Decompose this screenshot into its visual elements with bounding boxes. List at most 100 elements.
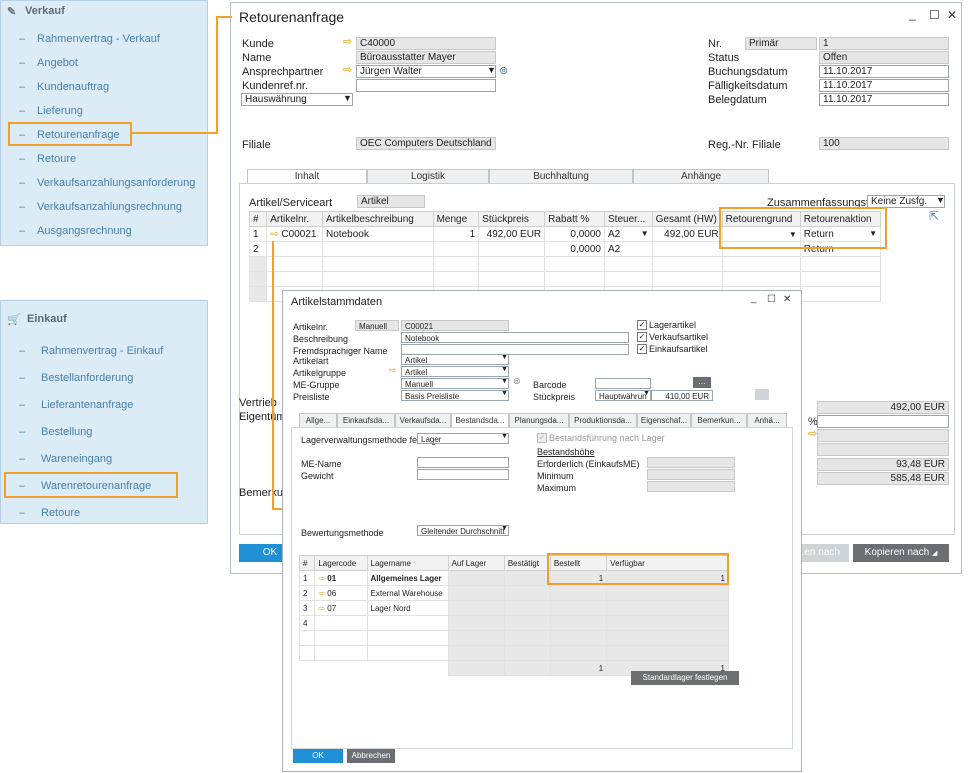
me-name-input[interactable] <box>417 457 509 468</box>
chevron-down-icon[interactable]: ▼ <box>643 390 650 397</box>
tab-bestandsdaten[interactable]: Bestandsda... <box>451 413 509 428</box>
col-header[interactable]: # <box>248 211 268 227</box>
tab-planungsdaten[interactable]: Planungsda... <box>509 413 569 428</box>
kundenref-input[interactable] <box>356 79 496 92</box>
table-row[interactable]: 4 <box>298 615 729 631</box>
gewicht-input[interactable] <box>417 469 509 480</box>
cell-stueckpreis[interactable]: 492,00 EUR <box>478 226 546 242</box>
tab-inhalt[interactable]: Inhalt <box>247 169 367 184</box>
cell-beschreibung[interactable]: Notebook <box>322 226 434 242</box>
cell-lagername[interactable]: External Warehouse <box>366 585 449 601</box>
chevron-down-icon[interactable]: ▼ <box>343 93 352 103</box>
cell-gesamt[interactable]: 492,00 EUR <box>651 226 723 242</box>
cell-rabatt[interactable]: 0,0000 <box>544 226 605 242</box>
rabatt-percent-input[interactable] <box>817 415 949 428</box>
barcode-input[interactable] <box>595 378 651 389</box>
col-header[interactable]: Gesamt (HW) <box>651 211 723 227</box>
link-arrow-icon[interactable]: ⇨ <box>389 365 397 376</box>
standardlager-button[interactable]: Standardlager festlegen <box>631 671 739 685</box>
maximize-icon[interactable]: ☐ <box>929 8 940 22</box>
tab-buchhaltung[interactable]: Buchhaltung <box>489 169 633 184</box>
link-arrow-icon[interactable]: ⇨ <box>808 429 817 440</box>
cell-rabatt[interactable]: 0,0000 <box>544 241 605 257</box>
preisliste-select[interactable]: Basis Preisliste <box>401 390 509 401</box>
close-icon[interactable]: ✕ <box>783 294 791 305</box>
info-icon[interactable]: ⊚ <box>499 64 508 77</box>
maximum-field[interactable] <box>647 481 735 492</box>
cell-lagercode[interactable]: ⇨ 07 <box>314 600 368 616</box>
rundung-field[interactable] <box>817 443 949 456</box>
steuer-field[interactable]: 93,48 EUR <box>817 458 949 471</box>
chevron-down-icon[interactable]: ▼ <box>501 354 508 361</box>
erforderlich-field[interactable] <box>647 457 735 468</box>
tab-verkaufsdaten[interactable]: Verkaufsda... <box>395 413 451 428</box>
table-row[interactable] <box>248 271 882 287</box>
close-icon[interactable]: ✕ <box>947 8 957 22</box>
maximize-icon[interactable]: ☐ <box>767 294 776 305</box>
stueckpreis-input[interactable]: 410,00 EUR <box>651 390 713 401</box>
popup-ok-button[interactable]: OK <box>293 749 343 763</box>
col-header[interactable]: Stückpreis <box>478 211 546 227</box>
col-header[interactable]: Menge <box>432 211 480 227</box>
gesamt-field[interactable]: 585,48 EUR <box>817 472 949 485</box>
waehrung-select[interactable]: Hauswährung <box>241 93 353 106</box>
chevron-down-icon[interactable]: ▼ <box>501 378 508 385</box>
stueckpreis-more-button[interactable] <box>755 389 769 400</box>
cell-menge[interactable] <box>432 241 480 257</box>
sidebar-verkauf-header[interactable]: ✎ Verkauf <box>1 1 207 23</box>
tab-eigenschaften[interactable]: Eigenschaf... <box>637 413 691 428</box>
bestandsfuehrung-checkbox[interactable]: ✓ <box>537 433 547 443</box>
tab-bemerkungen[interactable]: Bemerkun... <box>691 413 747 428</box>
tab-allgemein[interactable]: Allge... <box>299 413 337 428</box>
nr-series-field[interactable]: Primär <box>745 37 817 50</box>
cell-lagercode[interactable]: ⇨ 01 <box>314 570 368 586</box>
name-field[interactable]: Büroausstatter Mayer <box>356 51 496 64</box>
artikelart-select[interactable]: Artikel <box>401 354 509 365</box>
cell-lagercode[interactable] <box>314 615 368 631</box>
link-arrow-icon[interactable]: ⇨ <box>318 589 325 598</box>
status-field[interactable]: Offen <box>819 51 949 64</box>
faelligkeitsdatum-input[interactable]: 11.10.2017 <box>819 79 949 92</box>
lagerverwaltung-select[interactable]: Lager <box>417 433 509 444</box>
col-header[interactable]: Lagername <box>366 555 449 571</box>
cell-gesamt[interactable] <box>651 241 723 257</box>
link-arrow-icon[interactable]: ⇨ <box>318 574 325 583</box>
cell-lagername[interactable]: Allgemeines Lager <box>366 570 449 586</box>
total-netto-field[interactable]: 492,00 EUR <box>817 401 949 414</box>
regnr-field[interactable]: 100 <box>819 137 949 150</box>
artikelnr-field[interactable]: C00021 <box>401 320 509 331</box>
link-arrow-icon[interactable]: ⇨ <box>343 65 352 76</box>
beschreibung-input[interactable]: Notebook <box>401 332 629 343</box>
buchungsdatum-input[interactable]: 11.10.2017 <box>819 65 949 78</box>
minimum-field[interactable] <box>647 469 735 480</box>
bewertungsmethode-select[interactable]: Gleitender Durchschnitt <box>417 525 509 536</box>
filiale-field[interactable]: OEC Computers Deutschland <box>356 137 496 150</box>
cell-lagercode[interactable]: ⇨ 06 <box>314 585 368 601</box>
copy-to-button[interactable]: Kopieren nach ◢ <box>853 544 949 562</box>
chevron-down-icon[interactable]: ▼ <box>487 65 496 75</box>
fracht-field[interactable] <box>817 429 949 442</box>
artikelgruppe-select[interactable]: Artikel <box>401 366 509 377</box>
col-header[interactable]: # <box>298 555 316 571</box>
artikel-serviceart-field[interactable]: Artikel <box>357 195 425 208</box>
lagerartikel-checkbox[interactable]: ✓ <box>637 320 647 330</box>
belegdatum-input[interactable]: 11.10.2017 <box>819 93 949 106</box>
col-header[interactable]: Steuer... <box>604 211 653 227</box>
link-arrow-icon[interactable]: ⇨ <box>270 229 278 240</box>
cell-steuer[interactable]: A2 <box>604 241 653 257</box>
tab-logistik[interactable]: Logistik <box>367 169 489 184</box>
kunde-field[interactable]: C40000 <box>356 37 496 50</box>
col-header[interactable]: Bestätigt <box>503 555 551 571</box>
cell-stueckpreis[interactable] <box>478 241 546 257</box>
verkaufsartikel-checkbox[interactable]: ✓ <box>637 332 647 342</box>
cell-artikelnr[interactable] <box>266 241 324 257</box>
cell-lagername[interactable]: Lager Nord <box>366 600 449 616</box>
table-row[interactable]: 3 ⇨ 07 Lager Nord <box>298 600 729 616</box>
einkaufsartikel-checkbox[interactable]: ✓ <box>637 344 647 354</box>
cell-menge[interactable]: 1 <box>432 226 480 242</box>
table-row[interactable]: 2 ⇨ 06 External Warehouse <box>298 585 729 601</box>
cell-lagername[interactable] <box>366 615 449 631</box>
tab-anhaenge[interactable]: Anhänge <box>633 169 769 184</box>
chevron-down-icon[interactable]: ▼ <box>501 525 508 532</box>
cell-artikelnr[interactable]: ⇨ C00021 <box>266 226 324 242</box>
